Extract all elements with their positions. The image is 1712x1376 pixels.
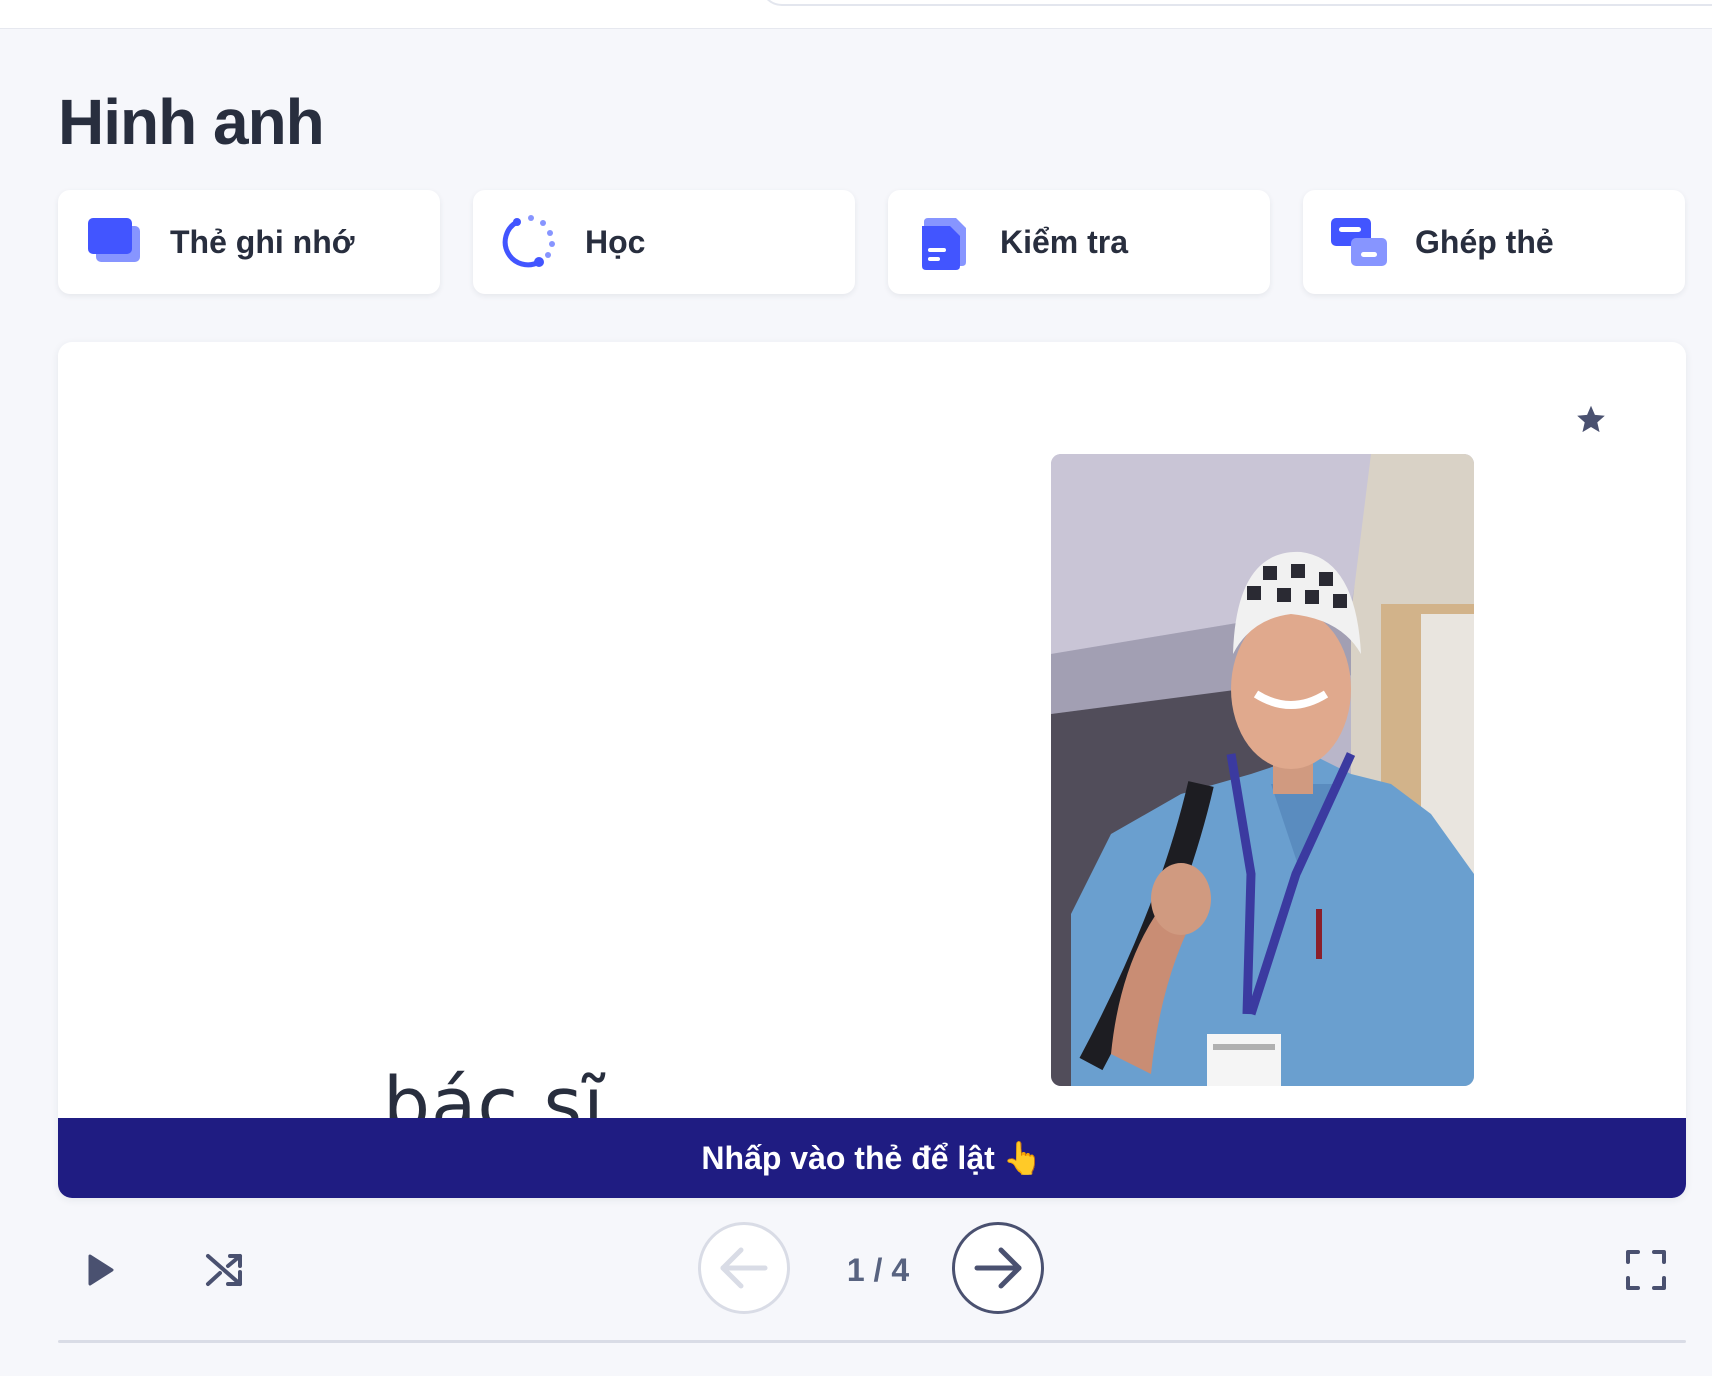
learn-mode-button[interactable]: Học: [473, 190, 855, 294]
card-counter: 1 / 4: [846, 1252, 910, 1288]
card-image: [1051, 454, 1474, 1086]
flashcard[interactable]: bác sĩ Nhấp vào thẻ để lật 👆: [58, 342, 1686, 1198]
test-icon: [922, 218, 966, 270]
flashcards-icon: [88, 218, 140, 262]
play-icon[interactable]: [78, 1248, 122, 1292]
flip-hint-banner[interactable]: Nhấp vào thẻ để lật 👆: [58, 1118, 1686, 1198]
shuffle-icon[interactable]: [202, 1248, 246, 1292]
arrow-right-icon: [974, 1247, 1022, 1289]
page-title: Hinh anh: [58, 86, 325, 158]
divider: [58, 1340, 1686, 1343]
flashcards-mode-label: Thẻ ghi nhớ: [170, 224, 355, 260]
match-mode-label: Ghép thẻ: [1415, 224, 1554, 260]
pointing-hand-icon: 👆: [1002, 1140, 1043, 1176]
doctor-photo: [1051, 454, 1474, 1086]
card-controls: 1 / 4: [58, 1222, 1686, 1318]
learn-icon: [502, 215, 555, 268]
next-card-button[interactable]: [952, 1222, 1044, 1314]
learn-mode-label: Học: [585, 224, 646, 260]
flashcards-mode-button[interactable]: Thẻ ghi nhớ: [58, 190, 440, 294]
top-bar: [0, 0, 1712, 29]
study-mode-list: Thẻ ghi nhớ Học Kiểm tra Ghép thẻ: [58, 190, 1686, 294]
test-mode-button[interactable]: Kiểm tra: [888, 190, 1270, 294]
fullscreen-icon[interactable]: [1624, 1248, 1668, 1292]
match-mode-button[interactable]: Ghép thẻ: [1303, 190, 1685, 294]
match-icon: [1331, 218, 1387, 266]
star-icon[interactable]: [1573, 402, 1609, 438]
arrow-left-icon: [720, 1247, 768, 1289]
previous-card-button[interactable]: [698, 1222, 790, 1314]
search-bar-edge[interactable]: [760, 0, 1712, 6]
test-mode-label: Kiểm tra: [1000, 224, 1129, 260]
flip-hint-text: Nhấp vào thẻ để lật: [701, 1140, 995, 1176]
